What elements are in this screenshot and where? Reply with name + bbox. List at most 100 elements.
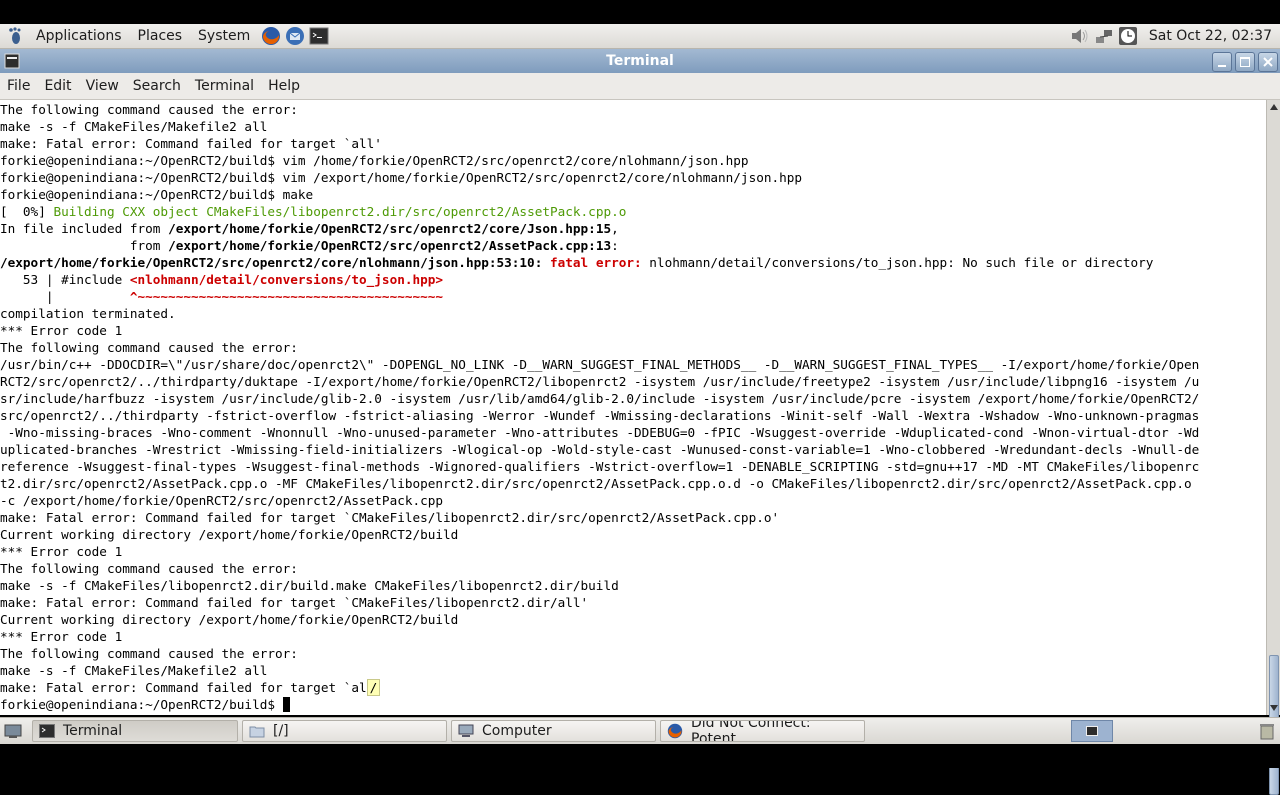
terminal-line: /export/home/forkie/OpenRCT2/src/openrct… [0, 254, 1266, 271]
terminal-text: RCT2/src/openrct2/../thirdparty/duktape … [0, 374, 1200, 389]
terminal-text: from [0, 238, 169, 253]
terminal-line: uplicated-branches -Wrestrict -Wmissing-… [0, 441, 1266, 458]
maximize-button[interactable] [1235, 52, 1255, 72]
terminal-text: /export/home/forkie/OpenRCT2/src/openrct… [0, 255, 543, 270]
task-terminal[interactable]: Terminal [32, 720, 238, 742]
terminal-text: The following command caused the error: [0, 561, 298, 576]
terminal-launcher-icon[interactable] [308, 25, 330, 47]
window-titlebar[interactable]: Terminal [0, 49, 1280, 73]
terminal-text: /export/home/forkie/OpenRCT2/src/openrct… [168, 221, 612, 236]
network-icon[interactable] [1093, 25, 1115, 47]
terminal-line: forkie@openindiana:~/OpenRCT2/build$ vim… [0, 169, 1266, 186]
terminal-scrollbar[interactable] [1266, 100, 1280, 795]
terminal-text: 53 | #include [0, 272, 130, 287]
folder-icon [249, 723, 265, 739]
menu-file[interactable]: File [0, 73, 37, 99]
screen-top-border [0, 0, 1280, 24]
panel-clock[interactable]: Sat Oct 22, 02:37 [1149, 28, 1272, 44]
terminal-text: make -s -f CMakeFiles/Makefile2 all [0, 663, 268, 678]
tooltip: / [366, 679, 381, 696]
thunderbird-launcher-icon[interactable] [284, 25, 306, 47]
gnome-foot-icon[interactable] [6, 27, 24, 45]
terminal-text: The following command caused the error: [0, 646, 298, 661]
terminal-line: compilation terminated. [0, 305, 1266, 322]
terminal-text: make: Fatal error: Command failed for ta… [0, 136, 382, 151]
terminal-line: *** Error code 1 [0, 628, 1266, 645]
terminal-line: *** Error code 1 [0, 543, 1266, 560]
applications-menu[interactable]: Applications [28, 24, 130, 48]
menu-help[interactable]: Help [261, 73, 307, 99]
terminal-line: Current working directory /export/home/f… [0, 611, 1266, 628]
task-computer[interactable]: Computer [451, 720, 656, 742]
show-desktop-icon[interactable] [2, 720, 24, 742]
terminal-text: In file included from [0, 221, 169, 236]
task-label: [/] [273, 723, 289, 739]
task-file-browser[interactable]: [/] [242, 720, 447, 742]
terminal-line: -c /export/home/forkie/OpenRCT2/src/open… [0, 492, 1266, 509]
terminal-line: make: Fatal error: Command failed for ta… [0, 135, 1266, 152]
terminal-text: make: Fatal error: Command failed for ta… [0, 680, 367, 695]
terminal-text: The following command caused the error: [0, 102, 298, 117]
terminal-cursor [282, 697, 291, 712]
clock-applet-icon[interactable] [1117, 25, 1139, 47]
terminal-text: forkie@openindiana:~/OpenRCT2/build$ vim… [0, 153, 749, 168]
terminal-text: [ 0%] [0, 204, 54, 219]
terminal-line: The following command caused the error: [0, 101, 1266, 118]
terminal-line: sr/include/harfbuzz -isystem /usr/includ… [0, 390, 1266, 407]
system-menu[interactable]: System [190, 24, 258, 48]
terminal-line: src/openrct2/../thirdparty -fstrict-over… [0, 407, 1266, 424]
terminal-text: make -s -f CMakeFiles/libopenrct2.dir/bu… [0, 578, 619, 593]
firefox-icon [667, 723, 683, 739]
terminal-text: t2.dir/src/openrct2/AssetPack.cpp.o -MF … [0, 476, 1192, 491]
menu-view[interactable]: View [79, 73, 126, 99]
scroll-down-icon[interactable] [1267, 701, 1280, 715]
terminal-text: , [611, 221, 619, 236]
terminal-text: make: Fatal error: Command failed for ta… [0, 595, 589, 610]
terminal-text: *** Error code 1 [0, 629, 123, 644]
terminal-text: Current working directory /export/home/f… [0, 612, 459, 627]
terminal-text: nlohmann/detail/conversions/to_json.hpp:… [641, 255, 1154, 270]
terminal-line: *** Error code 1 [0, 322, 1266, 339]
terminal-text: make: Fatal error: Command failed for ta… [0, 510, 780, 525]
task-label: Did Not Connect: Potent... [691, 720, 811, 742]
terminal-line: The following command caused the error: [0, 645, 1266, 662]
places-menu[interactable]: Places [130, 24, 191, 48]
menu-edit[interactable]: Edit [37, 73, 78, 99]
menu-terminal[interactable]: Terminal [188, 73, 261, 99]
terminal-line: forkie@openindiana:~/OpenRCT2/build$ vim… [0, 152, 1266, 169]
trash-icon[interactable] [1256, 720, 1278, 742]
volume-icon[interactable] [1069, 25, 1091, 47]
terminal-line: /usr/bin/c++ -DDOCDIR=\"/usr/share/doc/o… [0, 356, 1266, 373]
terminal-text: *** Error code 1 [0, 544, 123, 559]
terminal-line: The following command caused the error: [0, 339, 1266, 356]
terminal-text: -c /export/home/forkie/OpenRCT2/src/open… [0, 493, 444, 508]
terminal-line: The following command caused the error: [0, 560, 1266, 577]
terminal-text: Building CXX object CMakeFiles/libopenrc… [53, 204, 627, 219]
task-label: Terminal [63, 723, 123, 739]
window-title: Terminal [606, 53, 674, 69]
close-button[interactable] [1258, 52, 1278, 72]
terminal-text: The following command caused the error: [0, 340, 298, 355]
terminal-line: make -s -f CMakeFiles/Makefile2 all [0, 118, 1266, 135]
terminal-line: t2.dir/src/openrct2/AssetPack.cpp.o -MF … [0, 475, 1266, 492]
minimize-button[interactable] [1212, 52, 1232, 72]
scroll-up-icon[interactable] [1267, 100, 1280, 114]
screen-bottom-border [0, 744, 1280, 768]
terminal-text: : [611, 238, 619, 253]
firefox-launcher-icon[interactable] [260, 25, 282, 47]
terminal-line: make: Fatal error: Command failed for ta… [0, 594, 1266, 611]
task-label: Computer [482, 723, 552, 739]
terminal-output: The following command caused the error: m… [0, 100, 1266, 713]
terminal-text: | [0, 289, 130, 304]
terminal-text: sr/include/harfbuzz -isystem /usr/includ… [0, 391, 1200, 406]
task-firefox[interactable]: Did Not Connect: Potent... [660, 720, 865, 742]
menu-search[interactable]: Search [126, 73, 188, 99]
terminal-text: -Wno-missing-braces -Wno-comment -Wnonnu… [0, 425, 1200, 440]
maximize-icon [1240, 57, 1250, 67]
terminal-text: compilation terminated. [0, 306, 176, 321]
computer-icon [458, 723, 474, 739]
terminal-area[interactable]: The following command caused the error: m… [0, 100, 1266, 715]
terminal-text: /usr/bin/c++ -DDOCDIR=\"/usr/share/doc/o… [0, 357, 1200, 372]
workspace-switcher[interactable] [1071, 720, 1113, 742]
